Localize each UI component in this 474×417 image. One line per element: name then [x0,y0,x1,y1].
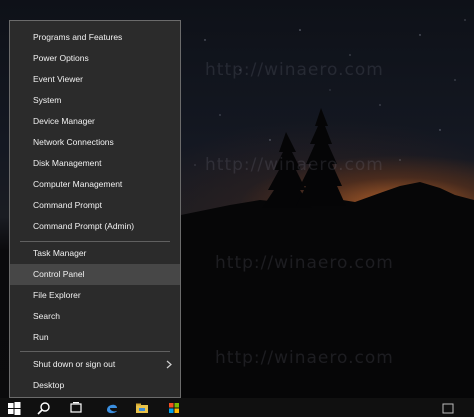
taskbar [0,398,474,417]
menu-item-network-connections[interactable]: Network Connections [10,132,180,153]
menu-item-device-manager[interactable]: Device Manager [10,111,180,132]
watermark-text: http://winaero.com [205,60,384,80]
menu-item-programs-and-features[interactable]: Programs and Features [10,27,180,48]
windows-icon[interactable] [440,400,456,416]
menu-item-disk-management[interactable]: Disk Management [10,153,180,174]
menu-item-command-prompt[interactable]: Command Prompt [10,195,180,216]
menu-item-system[interactable]: System [10,90,180,111]
menu-item-desktop[interactable]: Desktop [10,375,180,396]
menu-item-control-panel[interactable]: Control Panel [10,264,180,285]
menu-item-event-viewer[interactable]: Event Viewer [10,69,180,90]
menu-item-label: Shut down or sign out [33,359,116,369]
menu-item-run[interactable]: Run [10,327,180,348]
task-view-icon[interactable] [68,400,84,416]
watermark-text: http://winaero.com [205,155,384,175]
file-explorer-icon[interactable] [134,400,150,416]
power-user-menu: Programs and Features Power Options Even… [9,20,181,398]
menu-item-command-prompt-admin[interactable]: Command Prompt (Admin) [10,216,180,237]
search-icon[interactable] [36,400,52,416]
menu-item-shut-down-or-sign-out[interactable]: Shut down or sign out [10,354,180,375]
start-icon[interactable] [6,400,22,416]
watermark-text: http://winaero.com [215,348,394,368]
store-icon[interactable] [166,400,182,416]
menu-separator [20,241,170,242]
menu-item-power-options[interactable]: Power Options [10,48,180,69]
watermark-text: http://winaero.com [215,253,394,273]
menu-separator [20,351,170,352]
chevron-right-icon [166,360,172,369]
menu-item-file-explorer[interactable]: File Explorer [10,285,180,306]
mountain-silhouette [181,182,474,417]
menu-item-search[interactable]: Search [10,306,180,327]
menu-item-computer-management[interactable]: Computer Management [10,174,180,195]
edge-icon[interactable] [104,400,120,416]
menu-item-task-manager[interactable]: Task Manager [10,243,180,264]
